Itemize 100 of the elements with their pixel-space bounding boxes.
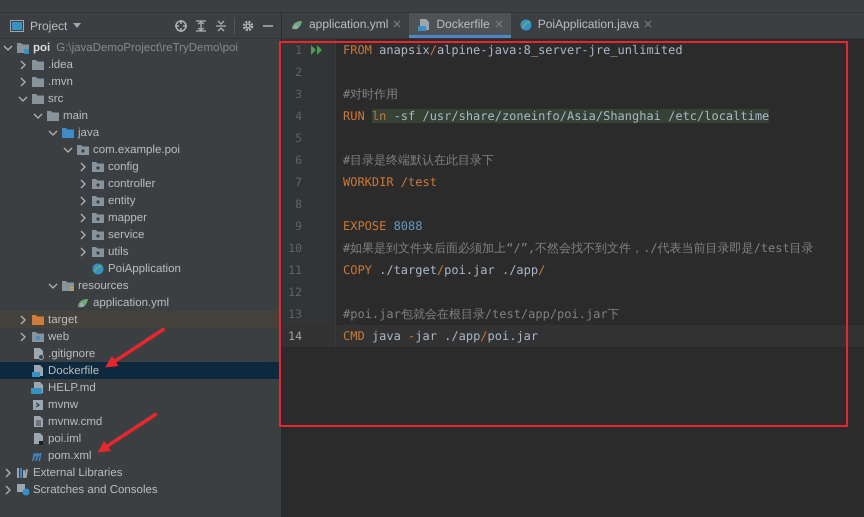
- tree-item[interactable]: mvnw.cmd: [48, 416, 102, 428]
- tree-row[interactable]: src: [0, 90, 281, 107]
- tree-row[interactable]: application.yml: [0, 294, 281, 311]
- resources-folder-icon: [61, 279, 75, 292]
- tree-row[interactable]: .gitignore: [0, 345, 281, 362]
- tree-item[interactable]: config: [108, 160, 139, 172]
- settings-icon[interactable]: [241, 18, 255, 32]
- text-file-icon: [31, 415, 45, 428]
- module-path: G:\javaDemoProject\reTryDemo\poi: [56, 42, 238, 54]
- code-line: COPY ./target/poi.jar ./app/: [343, 263, 546, 277]
- code-line: RUN ln -sf /usr/share/zoneinfo/Asia/Shanghai /etc/localtime: [343, 109, 770, 123]
- tree-row[interactable]: PoiApplication: [0, 260, 281, 277]
- tree-item[interactable]: External Libraries: [33, 466, 122, 478]
- chevron-down-icon[interactable]: [48, 280, 58, 290]
- chevron-right-icon[interactable]: [78, 230, 88, 240]
- chevron-right-icon[interactable]: [3, 484, 13, 494]
- tree-item[interactable]: pom.xml: [48, 450, 92, 462]
- chevron-right-icon[interactable]: [78, 196, 88, 206]
- collapse-all-icon[interactable]: [214, 18, 228, 32]
- tree-item[interactable]: controller: [108, 178, 156, 190]
- chevron-right-icon[interactable]: [78, 178, 88, 188]
- editor-tab[interactable]: application.yml: [282, 13, 410, 38]
- folder-icon: [31, 75, 45, 88]
- code-line: CMD java -jar ./app/poi.jar: [343, 329, 538, 343]
- tree-row[interactable]: poi G:\javaDemoProject\reTryDemo\poi: [0, 39, 281, 56]
- code-line: #如果是到文件夹后面必须加上“/”,不然会找不到文件，./代表当前目录即是/test目录: [343, 240, 814, 256]
- tree-row[interactable]: service: [0, 226, 281, 243]
- folder-icon: [61, 126, 75, 139]
- chevron-right-icon[interactable]: [78, 162, 88, 172]
- package-folder-icon: [91, 228, 105, 241]
- chevron-right-icon[interactable]: [78, 246, 88, 256]
- tree-row[interactable]: pom.xml: [0, 447, 281, 464]
- tree-item[interactable]: PoiApplication: [108, 262, 181, 274]
- tree-row[interactable]: resources: [0, 277, 281, 294]
- tree-item[interactable]: src: [48, 92, 64, 104]
- tree-row[interactable]: mvnw: [0, 396, 281, 413]
- line-number: 14: [287, 329, 302, 343]
- ignore-file-icon: [31, 347, 45, 360]
- tree-item[interactable]: web: [48, 330, 70, 342]
- docker-file-icon: [417, 18, 432, 30]
- tree-item[interactable]: resources: [78, 280, 128, 292]
- close-icon[interactable]: [393, 20, 402, 28]
- tree-item[interactable]: Dockerfile: [48, 364, 100, 376]
- folder-icon: [46, 109, 60, 122]
- tree-row[interactable]: HELP.md: [0, 379, 281, 396]
- close-icon[interactable]: [644, 20, 652, 28]
- tree-item[interactable]: service: [108, 228, 144, 240]
- locate-icon[interactable]: [174, 18, 188, 32]
- expand-all-icon[interactable]: [194, 18, 208, 32]
- tree-item[interactable]: .gitignore: [48, 348, 96, 360]
- tree-row[interactable]: .mvn: [0, 73, 281, 90]
- tree-item[interactable]: mapper: [108, 212, 147, 224]
- tree-row[interactable]: web: [0, 328, 281, 345]
- tree-row[interactable]: External Libraries: [0, 464, 281, 481]
- run-icon[interactable]: [311, 45, 323, 55]
- chevron-right-icon[interactable]: [18, 60, 28, 70]
- tree-row[interactable]: mvnw.cmd: [0, 413, 281, 430]
- chevron-right-icon[interactable]: [78, 212, 88, 222]
- chevron-right-icon[interactable]: [3, 468, 13, 478]
- tree-row[interactable]: java: [0, 124, 281, 141]
- tree-row[interactable]: utils: [0, 243, 281, 260]
- tree-item[interactable]: entity: [108, 194, 136, 206]
- tree-item[interactable]: utils: [108, 246, 128, 258]
- tree-item[interactable]: java: [78, 126, 100, 138]
- tree-item[interactable]: main: [63, 110, 88, 122]
- tree-row[interactable]: config: [0, 158, 281, 175]
- chevron-right-icon[interactable]: [18, 314, 28, 324]
- chevron-down-icon[interactable]: [18, 94, 28, 104]
- code-line: #对时作用: [343, 86, 398, 102]
- editor-tab[interactable]: PoiApplication.java: [510, 13, 660, 38]
- chevron-down-icon[interactable]: [63, 144, 73, 154]
- chevron-down-icon[interactable]: [3, 42, 13, 52]
- chevron-down-icon[interactable]: [33, 110, 43, 120]
- tree-item[interactable]: com.example.poi: [93, 144, 180, 156]
- tree-item[interactable]: .mvn: [48, 76, 73, 88]
- tree-item[interactable]: poi.iml: [48, 432, 82, 444]
- tree-row[interactable]: .idea: [0, 56, 281, 73]
- chevron-down-icon[interactable]: [48, 128, 58, 138]
- tree-item[interactable]: HELP.md: [48, 382, 96, 394]
- tree-row[interactable]: mapper: [0, 209, 281, 226]
- chevron-right-icon[interactable]: [18, 332, 28, 342]
- tree-row[interactable]: Scratches and Consoles: [0, 481, 281, 498]
- tree-item[interactable]: target: [48, 314, 78, 326]
- tree-item[interactable]: mvnw: [48, 398, 78, 410]
- chevron-right-icon[interactable]: [18, 76, 28, 86]
- tree-row[interactable]: controller: [0, 175, 281, 192]
- tree-item[interactable]: poi: [33, 42, 50, 54]
- docker-file-icon: [31, 364, 45, 377]
- tree-row[interactable]: target: [0, 311, 281, 328]
- tree-row[interactable]: poi.iml: [0, 430, 281, 447]
- tree-item[interactable]: Scratches and Consoles: [33, 484, 158, 496]
- tree-row[interactable]: main: [0, 107, 281, 124]
- tree-row[interactable]: Dockerfile: [0, 362, 281, 379]
- project-view-dropdown[interactable]: Project: [6, 18, 86, 32]
- editor-tab[interactable]: Dockerfile: [409, 13, 511, 38]
- package-folder-icon: [91, 194, 105, 207]
- tree-item[interactable]: .idea: [48, 58, 73, 70]
- tree-row[interactable]: entity: [0, 192, 281, 209]
- tree-row[interactable]: com.example.poi: [0, 141, 281, 158]
- tree-item[interactable]: application.yml: [93, 296, 170, 308]
